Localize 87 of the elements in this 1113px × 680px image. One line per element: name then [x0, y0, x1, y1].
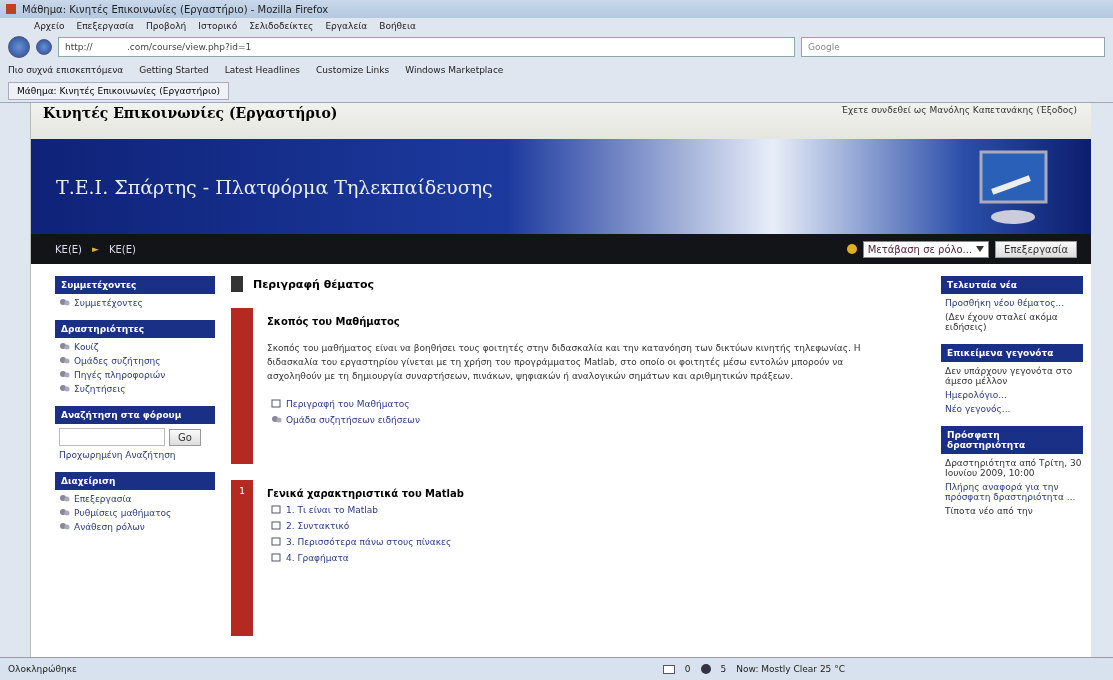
bookmark-link[interactable]: Latest Headlines [224, 65, 300, 75]
advanced-search-link[interactable]: Προχωρημένη Αναζήτηση [55, 450, 215, 460]
block-link[interactable]: Ανάθεση ρόλων [55, 522, 215, 532]
people-icon [59, 356, 70, 366]
block-header: Συμμετέχοντες [55, 276, 215, 294]
course-title: Κινητές Επικοινωνίες (Εργαστήριο) [43, 105, 338, 123]
block-link[interactable]: Κουίζ [55, 342, 215, 352]
people-icon [59, 370, 70, 380]
resource-link[interactable]: 2. Συντακτικό [267, 521, 895, 531]
block-link[interactable]: Συζητήσεις [55, 384, 215, 394]
block-header: Επικείμενα γεγονότα [941, 344, 1083, 362]
login-info: Έχετε συνδεθεί ως Μανόλης Καπετανάκης (Έξοδος) [841, 105, 1077, 117]
breadcrumb-link[interactable]: ΚΕ(Ε) [108, 243, 136, 255]
people-icon [59, 298, 70, 308]
back-button[interactable] [8, 36, 30, 58]
menu-item[interactable]: Εργαλεία [325, 21, 368, 31]
menu-item[interactable]: Προβολή [146, 21, 187, 31]
search-field[interactable] [59, 428, 165, 446]
menu-item[interactable]: Αρχείο [34, 21, 65, 31]
people-icon [59, 342, 70, 352]
page-icon [271, 553, 282, 563]
people-icon [271, 415, 282, 425]
section-description: Σκοπός του μαθήματος είναι να βοηθήσει τους φοιτητές στην διδασκαλία και την κατανόηση των δικτύων κινητής τηλεφωνίας. Η διδασκαλία του εργαστηρίου γίνεται με τη χρήση του προγράμματος Matlab, στο οποίο οι φοιτητές μέσω εντολών μπορούν να ασχοληθούν με τη δημιουργία συναρτήσεων, πινάκων, ψηφιακών ή αναλογικών σημάτων και αριθμητικών πράξεων. [267, 342, 862, 383]
block-header: Δραστηριότητες [55, 320, 215, 338]
resource-link[interactable]: Περιγραφή του Μαθήματος [267, 399, 895, 409]
section-marker-icon [231, 276, 243, 292]
block-link[interactable]: Πηγές πληροφοριών [55, 370, 215, 380]
bookmark-link[interactable]: Customize Links [315, 65, 390, 75]
mail-count: 0 [684, 664, 691, 674]
menu-item[interactable]: Ιστορικό [198, 21, 238, 31]
block-header: Αναζήτηση στα φόρουμ [55, 406, 215, 424]
block-header: Διαχείριση [55, 472, 215, 490]
block-link[interactable]: Προσθήκη νέου θέματος... [941, 298, 1083, 308]
section-number: 1 [231, 480, 253, 636]
circle-icon [700, 664, 711, 674]
block-link[interactable]: Συμμετέχοντες [55, 298, 215, 308]
section-title: Σκοπός του Μαθήματος [267, 316, 401, 327]
people-icon [59, 494, 70, 504]
section-title: Γενικά χαρακτηριστικά του Matlab [267, 488, 465, 499]
menu-item[interactable]: Βοήθεια [379, 21, 416, 31]
breadcrumb-link[interactable]: ΚΕ(Ε) [55, 243, 82, 255]
dropdown-arrow-icon [976, 246, 985, 252]
people-icon [59, 522, 70, 532]
resource-link[interactable]: 1. Τι είναι το Matlab [267, 505, 895, 515]
block-note: Δραστηριότητα από Τρίτη, 30 Ιουνίου 2009, 10:00 [944, 458, 1083, 478]
bookmark-link[interactable]: Windows Marketplace [405, 65, 504, 75]
status-count: 5 [720, 664, 727, 674]
block-header: Πρόσφατη δραστηριότητα [941, 426, 1083, 454]
bookmark-link[interactable]: Πιο συχνά επισκεπτόμενα [8, 65, 124, 75]
bookmark-link[interactable]: Getting Started [139, 65, 209, 75]
menu-item[interactable]: Σελιδοδείκτες [249, 21, 314, 31]
block-header: Τελευταία νέα [941, 276, 1083, 294]
block-link[interactable]: Επεξεργασία [55, 494, 215, 504]
menu-item[interactable]: Επεξεργασία [76, 21, 134, 31]
block-link[interactable]: Ρυθμίσεις μαθήματος [55, 508, 215, 518]
block-note: Δεν υπάρχουν γεγονότα στο άμεσο μέλλον [944, 366, 1074, 386]
page-icon [271, 399, 282, 409]
window-title: Μάθημα: Κινητές Επικοινωνίες (Εργαστήριο) - Mozilla Firefox [22, 3, 329, 15]
help-icon[interactable] [846, 244, 857, 254]
block-link[interactable]: Ομάδες συζήτησης [55, 356, 215, 366]
go-button[interactable]: Go [169, 428, 201, 446]
block-link[interactable]: Ημερολόγιο... [941, 390, 1083, 400]
block-note: (Δεν έχουν σταλεί ακόμα ειδήσεις) [944, 312, 1059, 332]
page-icon [271, 505, 282, 515]
role-select[interactable]: Μετάβαση σε ρόλο... [862, 240, 990, 258]
mail-icon [662, 664, 675, 674]
status-text: Ολοκληρώθηκε [8, 664, 77, 674]
browser-icon [6, 4, 16, 14]
page-icon [271, 537, 282, 547]
edit-button[interactable]: Επεξεργασία [995, 240, 1077, 258]
people-icon [59, 384, 70, 394]
breadcrumb-separator: ► [92, 244, 99, 254]
resource-link[interactable]: 4. Γραφήματα [267, 553, 895, 563]
block-link[interactable]: Νέο γεγονός... [941, 404, 1083, 414]
weather-text: Now: Mostly Clear 25 °C [736, 664, 845, 674]
browser-tab[interactable]: Μάθημα: Κινητές Επικοινωνίες (Εργαστήριο) [8, 82, 229, 100]
address-field[interactable]: http:// .com/course/view.php?id=1 [58, 37, 795, 57]
forward-button[interactable] [36, 39, 52, 55]
section-heading: Περιγραφή θέματος [253, 277, 375, 291]
resource-link[interactable]: Ομάδα συζητήσεων ειδήσεων [267, 415, 895, 425]
people-icon [59, 508, 70, 518]
banner-title: Τ.Ε.Ι. Σπάρτης - Πλατφόρμα Τηλεκπαίδευσης [56, 175, 493, 198]
resource-link[interactable]: 3. Περισσότερα πάνω στους πίνακες [267, 537, 895, 547]
search-field[interactable]: Google [801, 37, 1105, 57]
page-icon [271, 521, 282, 531]
block-link[interactable]: Πλήρης αναφορά για την πρόσφατη δραστηριότητα ... [941, 482, 1083, 502]
block-note: Τίποτα νέο από την [944, 506, 1034, 516]
